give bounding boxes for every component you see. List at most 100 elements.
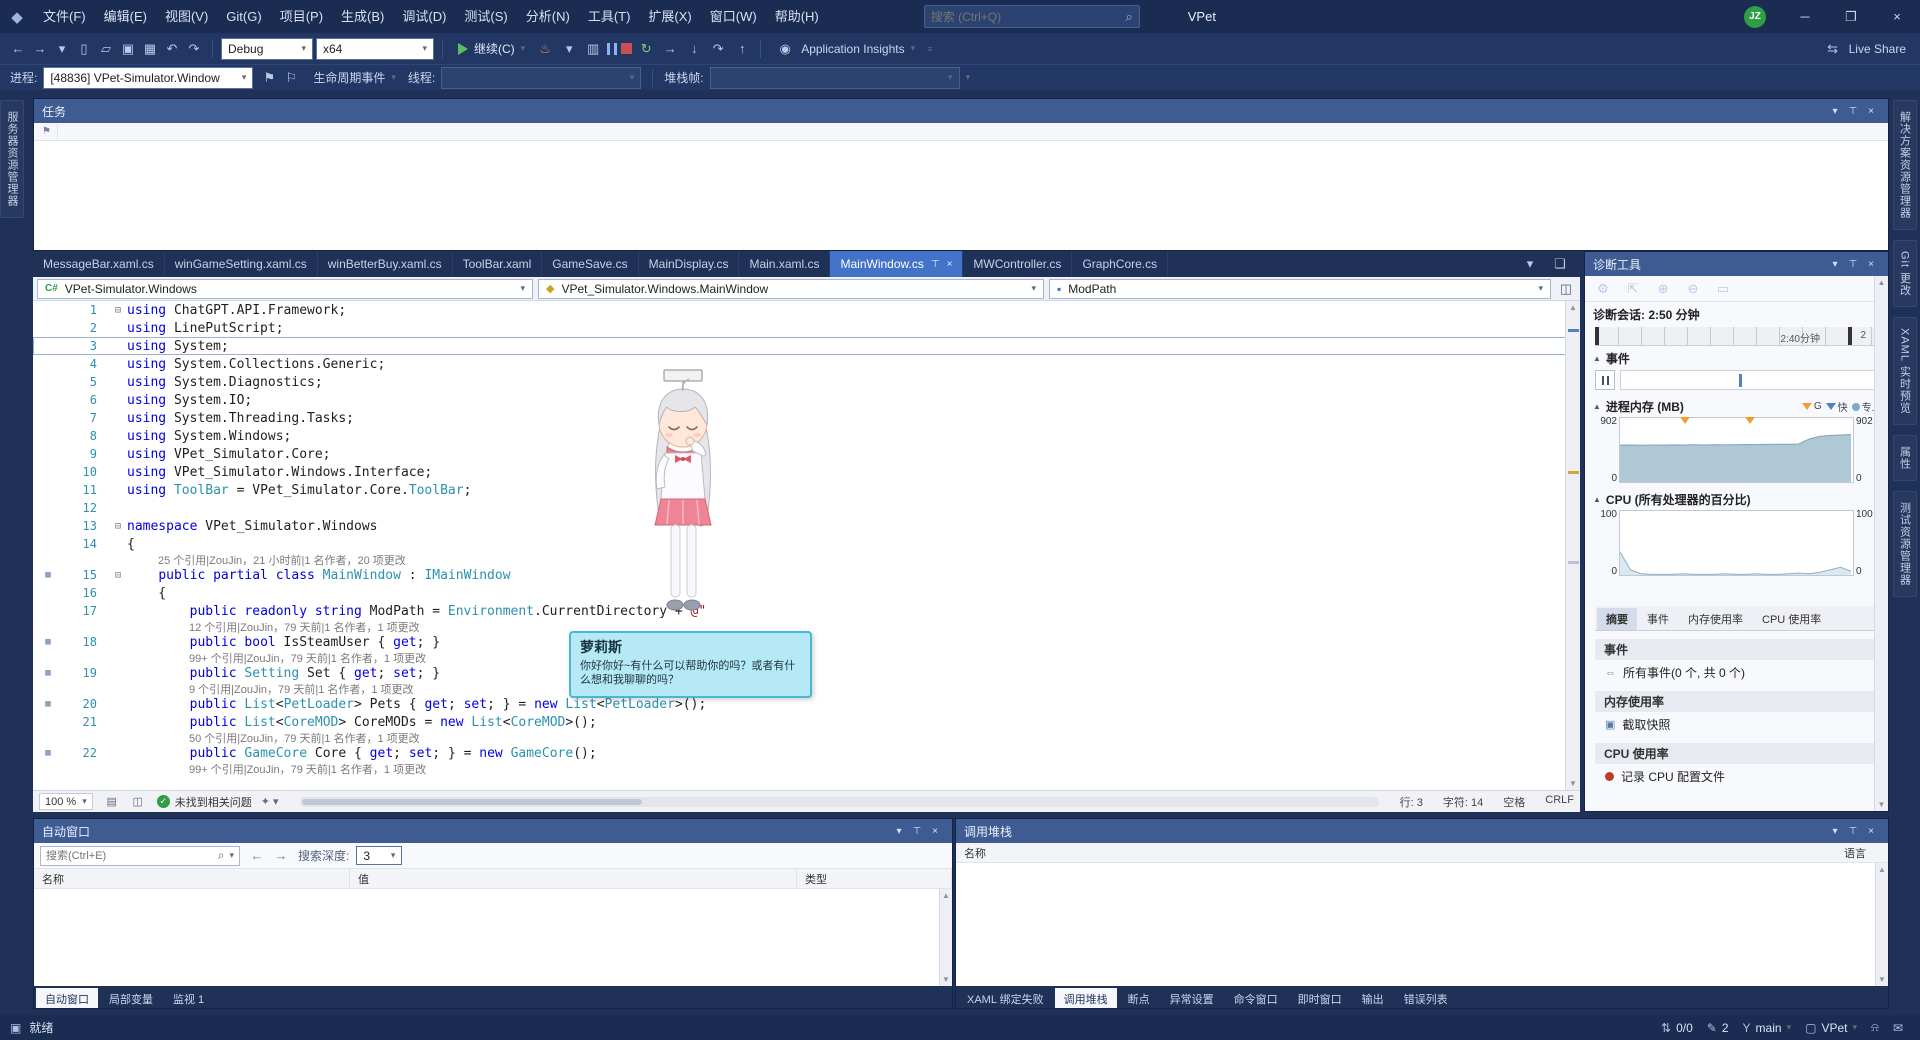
diagnostics-icon[interactable]: ▥ bbox=[583, 38, 603, 60]
back-icon[interactable]: ← bbox=[247, 845, 267, 867]
code-line[interactable]: ▦22 public GameCore Core { get; set; } =… bbox=[33, 744, 1580, 762]
diagnostics-tab-0[interactable]: 摘要 bbox=[1597, 608, 1637, 630]
events-timeline-track[interactable] bbox=[1620, 370, 1878, 390]
statusbar-item-pencil-icon[interactable]: ✎2 bbox=[1700, 1015, 1736, 1040]
menu-item-6[interactable]: 调试(D) bbox=[393, 9, 455, 24]
menu-item-10[interactable]: 扩展(X) bbox=[639, 9, 700, 24]
step-out-icon[interactable]: ↑ bbox=[732, 38, 752, 60]
type-dropdown[interactable]: ◆VPet_Simulator.Windows.MainWindow▾ bbox=[538, 279, 1044, 299]
memory-legend-item[interactable]: G bbox=[1802, 401, 1822, 412]
chevron-down-icon[interactable]: ▾ bbox=[1826, 826, 1844, 837]
menu-item-9[interactable]: 工具(T) bbox=[579, 9, 640, 24]
code-line[interactable]: 3using System; bbox=[33, 337, 1580, 355]
process-dropdown[interactable]: [48836] VPet-Simulator.Window▾ bbox=[43, 67, 253, 89]
callstack-tab-7[interactable]: 错误列表 bbox=[1395, 988, 1457, 1008]
callstack-tab-5[interactable]: 即时窗口 bbox=[1289, 988, 1351, 1008]
fold-marker-icon[interactable]: ⊟ bbox=[109, 521, 127, 532]
stack-frame-dropdown[interactable]: ▾ bbox=[710, 67, 960, 89]
scroll-up-icon[interactable]: ▲ bbox=[1875, 276, 1888, 287]
caret-icon[interactable]: ▾ bbox=[52, 38, 72, 60]
callstack-scrollbar[interactable]: ▲ ▼ bbox=[1875, 863, 1888, 986]
forward-icon[interactable]: → bbox=[271, 845, 291, 867]
events-section-header[interactable]: ▲ 事件 bbox=[1585, 346, 1888, 369]
member-dropdown[interactable]: ▪ModPath▾ bbox=[1049, 279, 1551, 299]
code-editor[interactable]: 1⊟using ChatGPT.API.Framework;2using Lin… bbox=[33, 301, 1580, 790]
reset-zoom-icon[interactable]: ▭ bbox=[1713, 278, 1733, 300]
code-line[interactable]: 9using VPet_Simulator.Core; bbox=[33, 445, 1580, 463]
menu-item-0[interactable]: 文件(F) bbox=[34, 9, 95, 24]
code-line[interactable]: 12 bbox=[33, 499, 1580, 517]
callstack-name-column[interactable]: 名称 bbox=[956, 843, 994, 862]
minimize-icon[interactable]: ─ bbox=[1782, 0, 1828, 33]
chevron-down-icon[interactable]: ▾ bbox=[1826, 259, 1844, 270]
tasks-icon[interactable]: ▣ bbox=[10, 1021, 21, 1035]
tab-list-icon[interactable]: ▾ bbox=[1520, 253, 1540, 275]
code-line[interactable]: 13⊟namespace VPet_Simulator.Windows bbox=[33, 517, 1580, 535]
zoom-out-icon[interactable]: ⊖ bbox=[1683, 278, 1703, 300]
doc-tab-9[interactable]: GraphCore.cs bbox=[1072, 251, 1168, 277]
indentation-indicator[interactable]: 空格 bbox=[1503, 794, 1525, 810]
autos-column-0[interactable]: 名称 bbox=[34, 869, 350, 888]
pin-icon[interactable]: ⊤ bbox=[1844, 106, 1862, 117]
code-line[interactable]: 8using System.Windows; bbox=[33, 427, 1580, 445]
priority-column-icon[interactable]: ⚑ bbox=[36, 124, 58, 140]
diagnostics-panel-header[interactable]: 诊断工具 ▾⊤× bbox=[1585, 252, 1888, 276]
caret-column-indicator[interactable]: 字符: 14 bbox=[1443, 794, 1483, 810]
pause-icon[interactable] bbox=[1595, 370, 1615, 390]
task-list-empty[interactable] bbox=[34, 141, 1888, 250]
stop-icon[interactable] bbox=[621, 43, 632, 54]
all-events-link[interactable]: ⇔ 所有事件(0 个, 共 0 个) bbox=[1585, 660, 1888, 683]
account-avatar[interactable]: JZ bbox=[1744, 6, 1766, 28]
fold-marker-icon[interactable]: ⊟ bbox=[109, 570, 127, 581]
code-line[interactable]: 14{ bbox=[33, 535, 1580, 553]
diagnostics-tab-3[interactable]: CPU 使用率 bbox=[1753, 608, 1830, 630]
code-line[interactable]: 2using LinePutScript; bbox=[33, 319, 1580, 337]
split-window-icon[interactable]: ◫ bbox=[1556, 278, 1576, 300]
left-side-tab-0[interactable]: 服务器资源管理器 bbox=[0, 100, 24, 218]
code-line[interactable]: 5using System.Diagnostics; bbox=[33, 373, 1580, 391]
maximize-icon[interactable]: ❐ bbox=[1828, 0, 1874, 33]
chevron-down-icon[interactable]: ▾ bbox=[890, 826, 908, 837]
close-icon[interactable]: × bbox=[1862, 106, 1880, 117]
restart-icon[interactable]: ↻ bbox=[636, 38, 656, 60]
menu-item-1[interactable]: 编辑(E) bbox=[95, 9, 156, 24]
cpu-section-header[interactable]: ▲ CPU (所有处理器的百分比) bbox=[1585, 487, 1888, 510]
vpet-character[interactable] bbox=[631, 367, 735, 618]
autos-column-2[interactable]: 类型 bbox=[797, 869, 952, 888]
statusbar-item-screen-icon[interactable]: ▢VPet▾ bbox=[1798, 1015, 1864, 1040]
editor-horizontal-scrollbar[interactable] bbox=[300, 797, 1379, 807]
flag-outline-icon[interactable]: ⚐ bbox=[281, 67, 301, 89]
caret-line-indicator[interactable]: 行: 3 bbox=[1400, 794, 1423, 810]
open-file-icon[interactable]: ▱ bbox=[96, 38, 116, 60]
doc-tab-1[interactable]: winGameSetting.xaml.cs bbox=[165, 251, 318, 277]
statusbar-item-bell-icon[interactable]: ⍾ bbox=[1864, 1015, 1886, 1040]
task-panel-header[interactable]: 任务 ▾⊤× bbox=[34, 99, 1888, 123]
codelens-row[interactable]: 50 个引用|ZouJin，79 天前|1 名作者，1 项更改 bbox=[33, 731, 1580, 744]
outline-icon[interactable]: ▤ bbox=[102, 791, 122, 813]
autos-column-1[interactable]: 值 bbox=[350, 869, 797, 888]
code-line[interactable]: 7using System.Threading.Tasks; bbox=[33, 409, 1580, 427]
task-column-header[interactable]: ⚑ bbox=[34, 123, 1888, 141]
application-insights-dropdown[interactable]: ◉Application Insights▾≡ bbox=[769, 38, 938, 60]
callstack-tab-0[interactable]: XAML 绑定失败 bbox=[958, 988, 1053, 1008]
doc-tab-3[interactable]: ToolBar.xaml bbox=[453, 251, 543, 277]
fold-marker-icon[interactable]: ⊟ bbox=[109, 305, 127, 316]
code-line[interactable]: 1⊟using ChatGPT.API.Framework; bbox=[33, 301, 1580, 319]
chevron-down-icon[interactable]: ▾ bbox=[229, 850, 234, 861]
live-share-button[interactable]: ⇆Live Share bbox=[1817, 38, 1912, 60]
undo-icon[interactable]: ↶ bbox=[162, 38, 182, 60]
diagnostics-tab-2[interactable]: 内存使用率 bbox=[1679, 608, 1752, 630]
menu-item-2[interactable]: 视图(V) bbox=[156, 9, 217, 24]
autos-tab-1[interactable]: 局部变量 bbox=[100, 988, 162, 1008]
menu-item-5[interactable]: 生成(B) bbox=[332, 9, 393, 24]
doc-tab-5[interactable]: MainDisplay.cs bbox=[639, 251, 740, 277]
save-icon[interactable]: ▣ bbox=[118, 38, 138, 60]
statusbar-item-sync-arrows-icon[interactable]: ⇅0/0 bbox=[1654, 1015, 1700, 1040]
codelens-margin-icon[interactable]: ▦ bbox=[33, 699, 63, 709]
pin-icon[interactable]: ⊤ bbox=[931, 259, 940, 270]
next-statement-icon[interactable]: → bbox=[660, 38, 680, 60]
zoom-dropdown[interactable]: 100 %▾ bbox=[39, 793, 93, 810]
doc-tab-7[interactable]: MainWindow.cs⊤× bbox=[830, 251, 963, 277]
hot-reload-icon[interactable]: ♨ bbox=[535, 38, 555, 60]
close-icon[interactable]: × bbox=[1862, 259, 1880, 270]
